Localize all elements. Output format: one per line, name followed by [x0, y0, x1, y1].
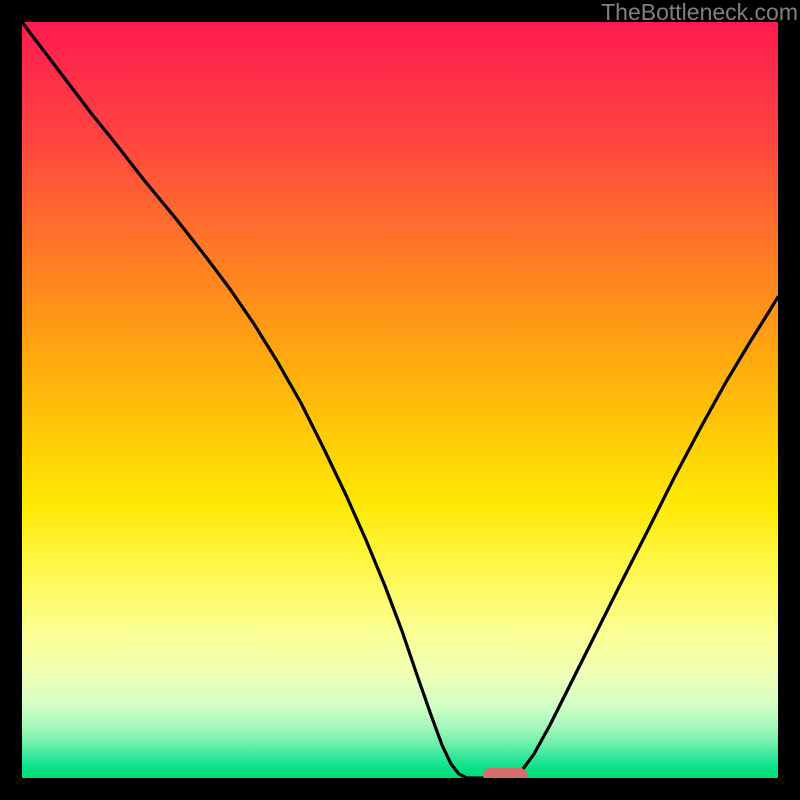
optimal-marker-icon: [483, 768, 527, 778]
plot-area: [22, 22, 778, 778]
outer-black-frame: TheBottleneck.com: [0, 0, 800, 800]
bottleneck-curve: [22, 22, 778, 778]
bottleneck-curve-path: [22, 22, 778, 778]
